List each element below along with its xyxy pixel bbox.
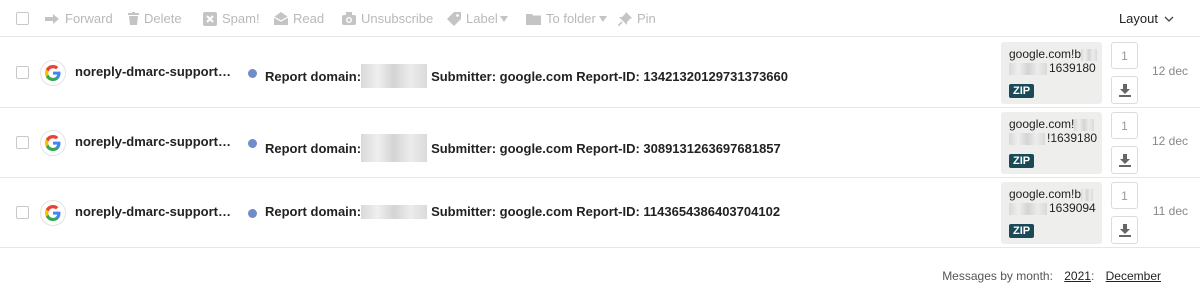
redacted-text [1081, 48, 1098, 61]
label-dropdown[interactable]: Label [447, 0, 508, 37]
attachment-count[interactable]: 1 [1111, 182, 1138, 209]
google-icon [45, 205, 61, 221]
pin-button[interactable]: Pin [618, 0, 656, 37]
attachment-filename: google.com! !1639180 [1009, 117, 1097, 145]
redacted-domain [361, 134, 428, 162]
message-row[interactable]: noreply-dmarc-support@google.com Report … [0, 178, 1200, 248]
download-icon [1118, 153, 1131, 167]
attachment-preview[interactable]: google.com! !1639180 ZIP [1001, 112, 1102, 174]
attachment-filename-line2: 1639094 [1049, 201, 1096, 215]
attachment-filename: google.com!b 1639180 [1009, 47, 1099, 75]
attachment-preview[interactable]: google.com!b 1639094 ZIP [1001, 182, 1102, 244]
sender-name: noreply-dmarc-support@google.com [75, 204, 241, 219]
read-label: Read [293, 11, 325, 26]
message-date: 12 dec [1151, 134, 1188, 148]
subject-prefix: Report domain: [265, 68, 362, 84]
tag-icon [447, 11, 461, 26]
unread-indicator[interactable] [248, 139, 257, 148]
sender-name: noreply-dmarc-support@google.com [75, 64, 241, 79]
redacted-domain [361, 204, 428, 219]
message-row[interactable]: noreply-dmarc-support@google.com Report … [0, 38, 1200, 108]
toolbar: Forward Delete Spam! Read Unsubscribe La… [0, 0, 1200, 37]
message-checkbox[interactable] [16, 206, 29, 219]
download-button[interactable] [1111, 76, 1138, 104]
attachment-filename-line2: !1639180 [1047, 131, 1098, 145]
label-label: Label [466, 11, 498, 26]
caret-down-icon [499, 15, 508, 22]
sender-avatar [40, 60, 66, 86]
download-button[interactable] [1111, 216, 1138, 244]
forward-button[interactable]: Forward [44, 0, 113, 37]
to-folder-dropdown[interactable]: To folder [526, 0, 607, 37]
month-link[interactable]: December [1106, 269, 1161, 283]
pin-icon [618, 11, 632, 26]
redacted-domain [361, 64, 428, 88]
zip-badge: ZIP [1009, 84, 1035, 98]
subject-suffix: Submitter: google.com Report-ID: 3089131… [431, 140, 781, 156]
zip-badge: ZIP [1009, 154, 1035, 168]
spam-label: Spam! [222, 11, 260, 26]
attachment-filename-line1: google.com!b [1009, 187, 1082, 201]
caret-down-icon [598, 15, 607, 22]
attachment-filename-line2: 1639180 [1049, 61, 1096, 75]
subject-prefix: Report domain: [265, 204, 362, 219]
unread-indicator[interactable] [248, 209, 257, 218]
google-icon [45, 65, 61, 81]
zip-badge: ZIP [1009, 224, 1035, 238]
redacted-text [1009, 132, 1045, 145]
trash-icon [128, 12, 139, 25]
attachment-count[interactable]: 1 [1111, 112, 1138, 139]
year-link[interactable]: 2021 [1064, 269, 1091, 283]
folder-icon [526, 13, 541, 25]
forward-label: Forward [65, 11, 113, 26]
message-date: 12 dec [1151, 64, 1188, 78]
messages-by-month-label: Messages by month: [942, 269, 1053, 283]
google-icon [45, 135, 61, 151]
unread-indicator[interactable] [248, 69, 257, 78]
attachment-filename-line1: google.com! [1009, 117, 1075, 131]
delete-button[interactable]: Delete [128, 0, 182, 37]
subject-suffix: Submitter: google.com Report-ID: 1143654… [431, 204, 781, 219]
sender-avatar [40, 200, 66, 226]
message-subject: Report domain: Submitter: google.com Rep… [265, 204, 780, 219]
envelope-open-icon [274, 12, 288, 25]
download-icon [1118, 223, 1131, 237]
delete-label: Delete [144, 11, 182, 26]
download-icon [1118, 83, 1131, 97]
spam-icon [203, 11, 217, 26]
layout-label: Layout [1118, 11, 1158, 26]
redacted-text [1074, 118, 1095, 131]
sender-name: noreply-dmarc-support@google.com [75, 134, 241, 149]
year-separator: : [1090, 269, 1095, 283]
message-checkbox[interactable] [16, 66, 29, 79]
camera-icon [342, 12, 356, 25]
attachment-count[interactable]: 1 [1111, 42, 1138, 69]
subject-prefix: Report domain: [265, 140, 362, 156]
message-subject: Report domain: Submitter: google.com Rep… [265, 64, 788, 88]
message-row[interactable]: noreply-dmarc-support@google.com Report … [0, 108, 1200, 178]
unsubscribe-button[interactable]: Unsubscribe [342, 0, 433, 37]
attachment-filename: google.com!b 1639094 [1009, 187, 1096, 215]
read-button[interactable]: Read [274, 0, 324, 37]
attachment-filename-line1: google.com!b [1009, 47, 1082, 61]
chevron-down-icon [1164, 16, 1174, 22]
attachment-preview[interactable]: google.com!b 1639180 ZIP [1001, 42, 1102, 104]
download-button[interactable] [1111, 146, 1138, 174]
pin-label: Pin [637, 11, 656, 26]
unsubscribe-label: Unsubscribe [361, 11, 434, 26]
redacted-text [1009, 202, 1047, 215]
subject-suffix: Submitter: google.com Report-ID: 1342132… [431, 68, 788, 84]
layout-dropdown[interactable]: Layout [1119, 0, 1174, 37]
message-date: 11 dec [1152, 204, 1188, 218]
select-all-checkbox[interactable] [16, 12, 29, 25]
sender-avatar [40, 130, 66, 156]
messages-by-month: Messages by month: 2021: December [942, 269, 1161, 283]
redacted-text [1081, 188, 1094, 201]
message-subject: Report domain: Submitter: google.com Rep… [265, 134, 781, 162]
message-checkbox[interactable] [16, 136, 29, 149]
spam-button[interactable]: Spam! [203, 0, 260, 37]
redacted-text [1009, 62, 1047, 75]
forward-icon [45, 13, 59, 24]
to-folder-label: To folder [546, 11, 596, 26]
